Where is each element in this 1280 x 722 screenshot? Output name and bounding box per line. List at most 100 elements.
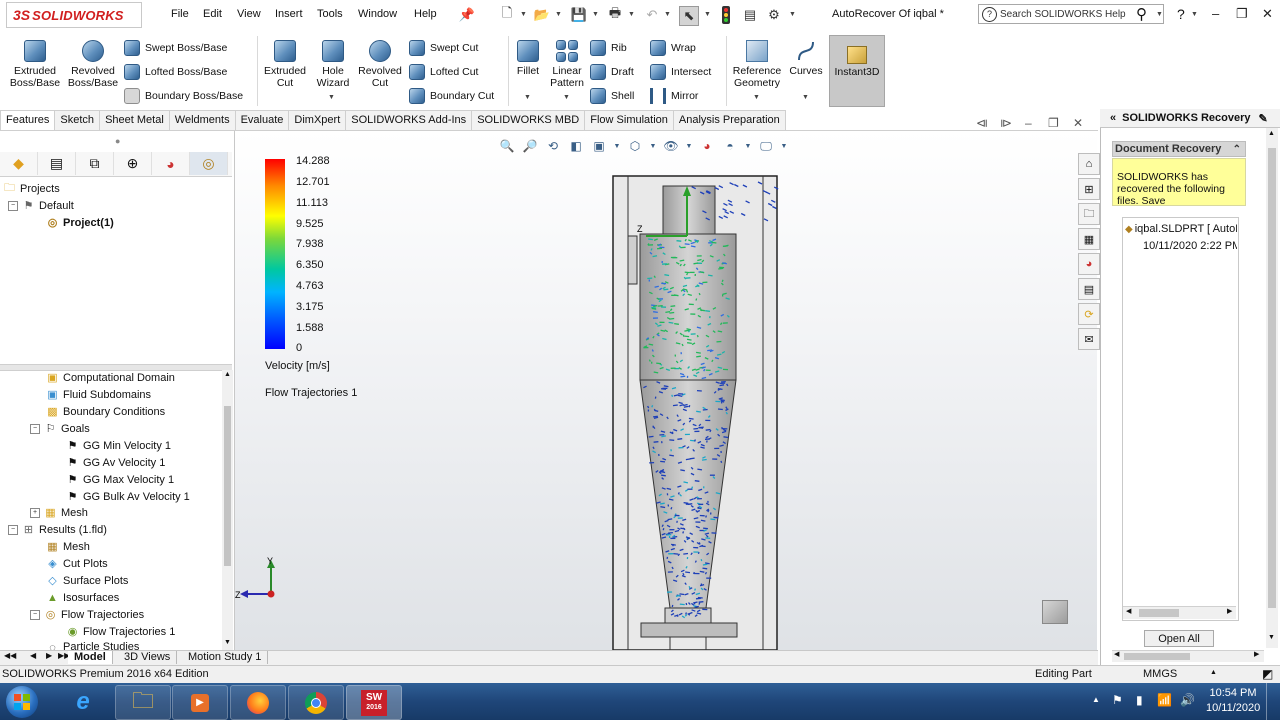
pane-horizontal-scrollbar[interactable]: ◀ ▶ [1112, 650, 1264, 662]
tab-model[interactable]: Model [68, 651, 113, 664]
cyclone-model[interactable]: Z [610, 172, 782, 650]
viewport-close-icon[interactable]: ✕ [1073, 116, 1083, 130]
fillet-button[interactable]: Fillet [512, 34, 544, 77]
tree-boundary-conditions[interactable]: ▩ Boundary Conditions [46, 405, 165, 418]
view-palette-icon[interactable]: ▦ [1078, 228, 1100, 250]
scrollbar-thumb[interactable] [1268, 148, 1276, 608]
action-center-flag-icon[interactable]: ⚑ [1112, 693, 1123, 707]
expand-toggle[interactable]: + [30, 508, 40, 518]
menu-tools[interactable]: Tools [317, 8, 343, 20]
tree-projects[interactable]: 🗀 Projects [3, 182, 60, 195]
extruded-cut-button[interactable]: Extruded Cut [261, 34, 309, 89]
undo-dropdown-caret[interactable]: ▼ [664, 11, 671, 18]
custom-properties-icon[interactable]: ▤ [1078, 278, 1100, 300]
solidworks-resources-home-icon[interactable]: ⌂ [1078, 153, 1100, 175]
pin-menu-icon[interactable]: 📌 [458, 6, 476, 24]
help-button[interactable]: ? [1177, 6, 1185, 22]
tree-results[interactable]: − ⊞ Results (1.fld) [8, 523, 107, 536]
instant3d-button[interactable]: Instant3D [829, 35, 885, 107]
open-dropdown-caret[interactable]: ▼ [555, 11, 562, 18]
draft-button[interactable]: Draft [590, 64, 634, 80]
tree-gg-min-velocity[interactable]: ⚑ GG Min Velocity 1 [66, 439, 171, 452]
solidworks-logo[interactable]: 3S SOLIDWORKS [6, 2, 142, 28]
restore-button[interactable]: ❐ [1236, 6, 1248, 22]
scroll-left-icon[interactable]: ◀ [1126, 607, 1131, 615]
display-style-caret[interactable]: ▼ [649, 138, 657, 154]
file-explorer-button[interactable]: 🗀 [115, 685, 171, 720]
tree-gg-bulk-av-velocity[interactable]: ⚑ GG Bulk Av Velocity 1 [66, 490, 190, 503]
scroll-down-icon[interactable]: ▼ [1268, 634, 1275, 641]
tree-gg-av-velocity[interactable]: ⚑ GG Av Velocity 1 [66, 456, 165, 469]
display-manager-tab-icon[interactable]: ◕ [152, 152, 190, 175]
tab-features[interactable]: Features [0, 110, 55, 130]
tabs-next-arrow-icon[interactable]: ▶ [46, 651, 52, 660]
view-settings-icon[interactable]: 🖵 [757, 138, 775, 154]
forum-icon[interactable]: ✉ [1078, 328, 1100, 350]
collapse-toggle[interactable]: − [30, 610, 40, 620]
tab-dimxpert[interactable]: DimXpert [288, 110, 346, 130]
hide-show-items-icon[interactable]: 👁 [662, 138, 680, 154]
start-button[interactable] [6, 686, 38, 718]
open-icon[interactable]: 📂 [533, 6, 551, 24]
tree-surface-plots[interactable]: ◇ Surface Plots [46, 574, 128, 587]
show-hidden-icons-icon[interactable]: ▲ [1092, 695, 1100, 704]
tabs-first-arrow-icon[interactable]: ◀◀ [4, 651, 16, 660]
firefox-button[interactable] [230, 685, 286, 720]
tree-cut-plots[interactable]: ◈ Cut Plots [46, 557, 108, 570]
lofted-boss-button[interactable]: Lofted Boss/Base [124, 64, 227, 80]
tab-sketch[interactable]: Sketch [54, 110, 100, 130]
open-all-button[interactable]: Open All [1144, 630, 1214, 647]
view-settings-caret[interactable]: ▼ [780, 138, 788, 154]
solidworks-taskbar-button[interactable]: SW 2016 [346, 685, 402, 720]
volume-icon[interactable]: 🔊 [1180, 693, 1195, 707]
save-icon[interactable]: 💾 [570, 6, 588, 24]
traffic-light-icon[interactable] [717, 6, 735, 24]
select-dropdown-caret[interactable]: ▼ [704, 11, 711, 18]
tab-3d-views[interactable]: 3D Views [118, 651, 177, 664]
list-horizontal-scrollbar[interactable]: ◀ ▶ [1123, 606, 1236, 619]
search-dropdown-caret[interactable]: ▼ [1156, 11, 1163, 18]
wrap-button[interactable]: Wrap [650, 40, 696, 56]
section-collapse-icon[interactable]: ⌃ [1233, 144, 1241, 155]
viewport-collapse-right-icon[interactable]: ⧐ [1000, 116, 1012, 130]
pin-pane-icon[interactable]: ✎ [1259, 112, 1268, 125]
print-icon[interactable]: 🖶 [606, 6, 624, 24]
zoom-to-area-icon[interactable]: 🔎 [521, 138, 539, 154]
new-document-icon[interactable]: 🗋 [498, 6, 516, 24]
options-dropdown-caret[interactable]: ▼ [789, 11, 796, 18]
boundary-boss-button[interactable]: Boundary Boss/Base [124, 88, 243, 104]
shell-button[interactable]: Shell [590, 88, 634, 104]
tab-solidworks-mbd[interactable]: SOLIDWORKS MBD [471, 110, 585, 130]
menu-insert[interactable]: Insert [275, 8, 303, 20]
swept-cut-button[interactable]: Swept Cut [409, 40, 478, 56]
collapse-toggle[interactable]: − [30, 424, 40, 434]
recovery-icon[interactable]: ⟳ [1078, 303, 1100, 325]
fillet-dropdown-caret[interactable]: ▼ [524, 94, 531, 101]
document-recovery-section[interactable]: Document Recovery ⌃ [1112, 141, 1246, 157]
previous-view-icon[interactable]: ⟲ [544, 138, 562, 154]
hole-wizard-dropdown-caret[interactable]: ▼ [328, 94, 335, 101]
view-orientation-icon[interactable]: ⬡ [626, 138, 644, 154]
linear-pattern-button[interactable]: Linear Pattern [547, 34, 587, 89]
scroll-right-icon[interactable]: ▶ [1254, 650, 1259, 658]
tree-particle-studies[interactable]: ◌ Particle Studies [46, 641, 139, 650]
section-view-icon[interactable]: ◧ [567, 138, 585, 154]
scroll-up-icon[interactable]: ▲ [224, 371, 231, 378]
reference-geometry-button[interactable]: Reference Geometry [731, 34, 783, 89]
save-dropdown-caret[interactable]: ▼ [592, 11, 599, 18]
scroll-right-icon[interactable]: ▶ [1227, 607, 1232, 615]
tree-gg-max-velocity[interactable]: ⚑ GG Max Velocity 1 [66, 473, 174, 486]
dynamic-annotation-icon[interactable]: ▣ [590, 138, 608, 154]
scrollbar-thumb[interactable] [1124, 653, 1190, 660]
recovered-file-item[interactable]: ◆ iqbal.SLDPRT [ AutoRecover ] [1125, 223, 1237, 235]
zoom-to-fit-icon[interactable]: 🔍 [498, 138, 516, 154]
curves-button[interactable]: Curves [788, 34, 824, 77]
rib-button[interactable]: Rib [590, 40, 627, 56]
swept-boss-button[interactable]: Swept Boss/Base [124, 40, 227, 56]
menu-view[interactable]: View [237, 8, 261, 20]
show-desktop-button[interactable] [1266, 683, 1280, 720]
hole-wizard-button[interactable]: Hole Wizard [311, 34, 355, 89]
power-icon[interactable]: ▮ [1136, 693, 1143, 707]
search-magnifier-icon[interactable]: ⚲ [1136, 5, 1147, 23]
tabs-prev-arrow-icon[interactable]: ◀ [30, 651, 36, 660]
